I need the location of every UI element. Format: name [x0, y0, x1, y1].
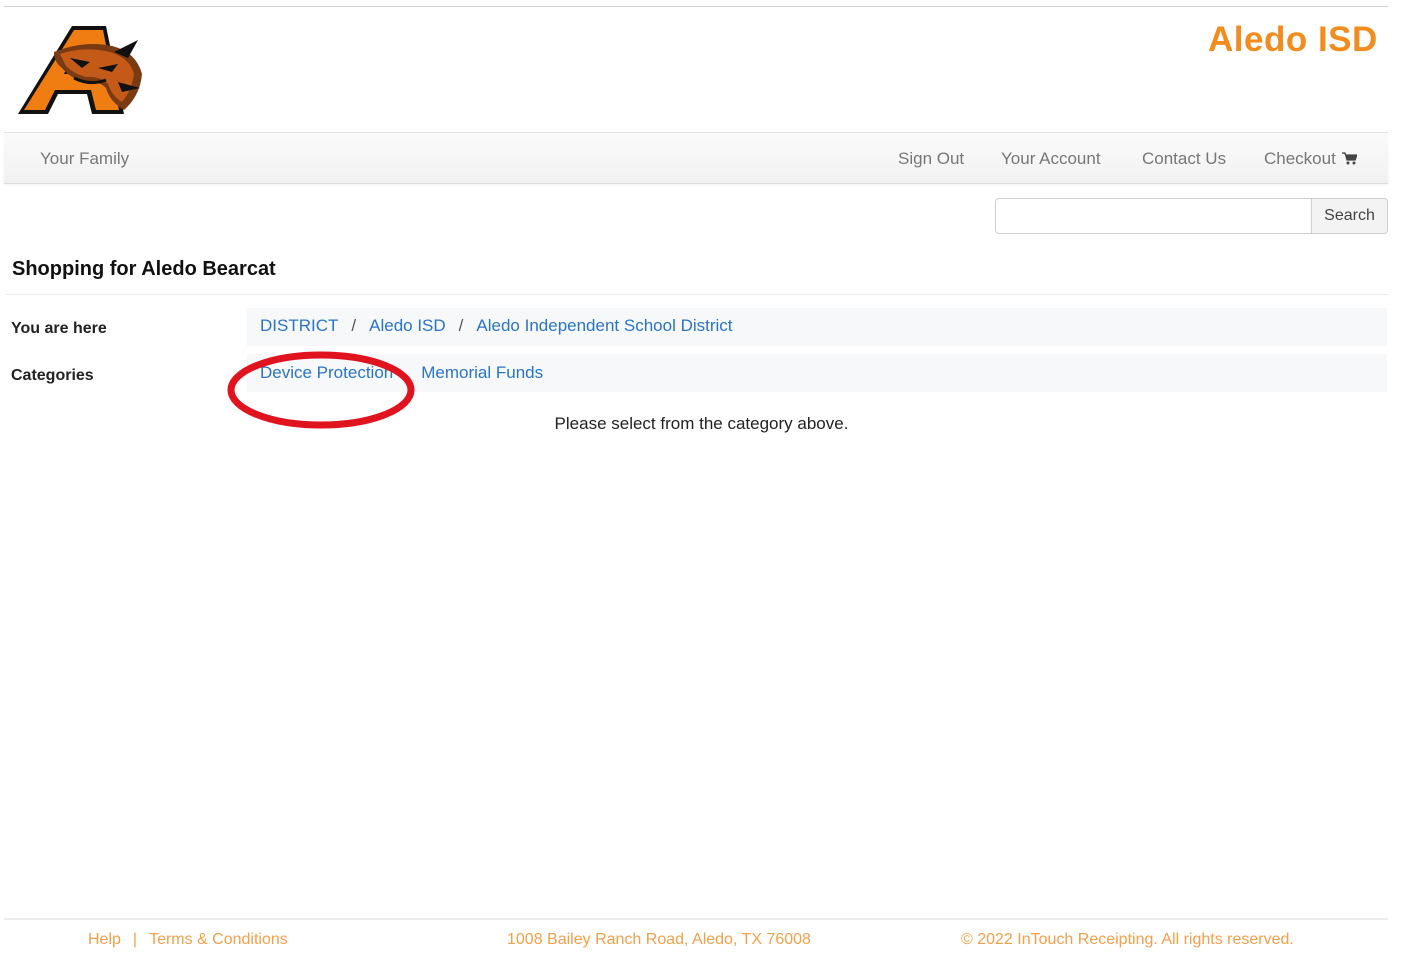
search-button[interactable]: Search	[1311, 198, 1388, 234]
footer-help-link[interactable]: Help	[88, 931, 121, 948]
top-border	[4, 6, 1388, 7]
breadcrumb-separator: /	[351, 316, 357, 335]
nav-checkout[interactable]: Checkout	[1264, 149, 1358, 170]
nav-checkout-label: Checkout	[1264, 149, 1336, 168]
category-list: Device Protection Memorial Funds	[260, 363, 543, 383]
footer-divider	[4, 918, 1388, 920]
breadcrumb-aledo-isd[interactable]: Aledo ISD	[369, 316, 446, 335]
categories-label: Categories	[11, 367, 94, 384]
footer-address: 1008 Bailey Ranch Road, Aledo, TX 76008	[507, 931, 811, 948]
main-nav: Your Family Sign Out Your Account Contac…	[4, 132, 1388, 184]
page-title: Shopping for Aledo Bearcat	[12, 258, 276, 280]
category-memorial-funds[interactable]: Memorial Funds	[421, 363, 543, 382]
breadcrumb: DISTRICT / Aledo ISD / Aledo Independent Sch…	[260, 316, 733, 336]
brand-title: Aledo ISD	[1208, 20, 1378, 59]
footer-terms-link[interactable]: Terms & Conditions	[149, 931, 288, 948]
search-input[interactable]	[995, 198, 1311, 234]
title-divider	[6, 294, 1388, 295]
breadcrumb-separator: /	[458, 316, 464, 335]
breadcrumb-district[interactable]: DISTRICT	[260, 316, 338, 335]
breadcrumb-label: You are here	[11, 320, 107, 337]
nav-your-family[interactable]: Your Family	[40, 149, 129, 169]
footer-link-divider: |	[132, 931, 138, 948]
footer-links: Help | Terms & Conditions	[88, 931, 288, 949]
bearcat-logo-icon[interactable]	[14, 22, 146, 118]
cart-icon	[1341, 150, 1358, 170]
category-device-protection[interactable]: Device Protection	[260, 363, 393, 382]
breadcrumb-aledo-independent-school-district[interactable]: Aledo Independent School District	[476, 316, 732, 335]
nav-contact-us[interactable]: Contact Us	[1142, 149, 1226, 169]
category-hint: Please select from the category above.	[554, 414, 849, 433]
nav-your-account[interactable]: Your Account	[1001, 149, 1101, 169]
nav-sign-out[interactable]: Sign Out	[898, 149, 964, 169]
footer-copyright: © 2022 InTouch Receipting. All rights re…	[961, 931, 1294, 948]
